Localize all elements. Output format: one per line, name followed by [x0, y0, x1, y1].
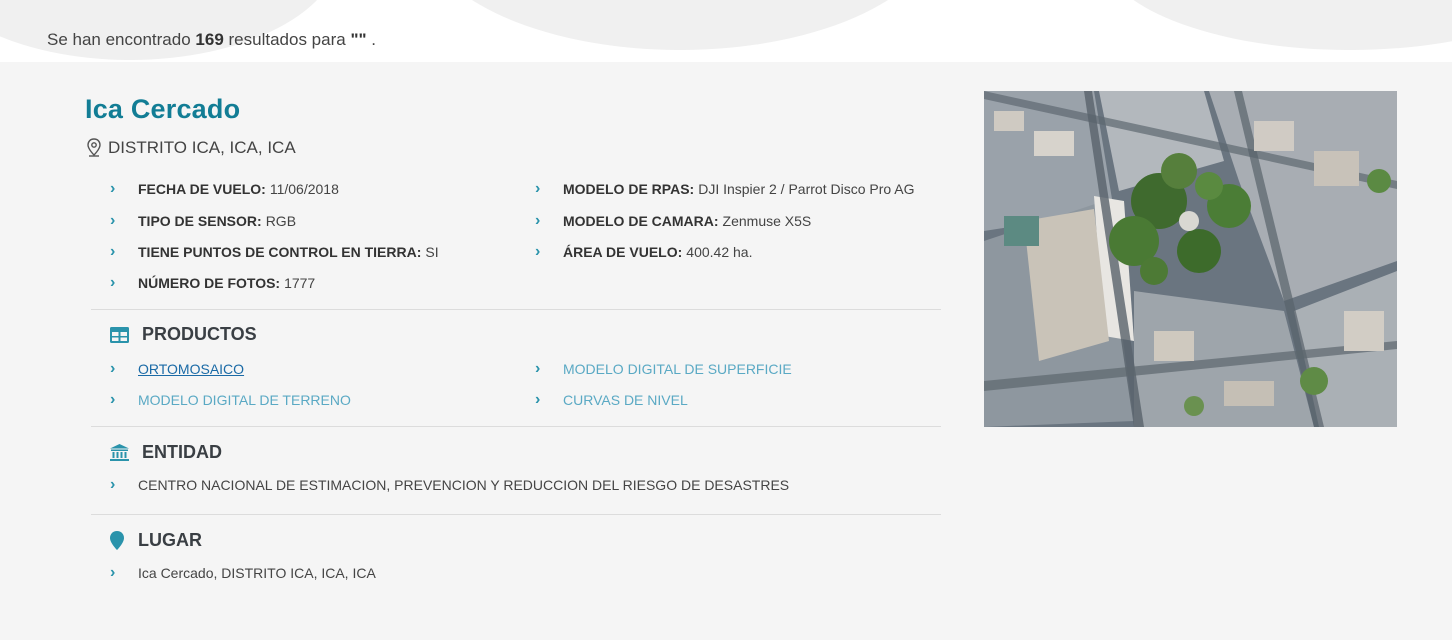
product-item[interactable]: › MODELO DIGITAL DE SUPERFICIE	[535, 360, 792, 378]
product-link-curvas[interactable]: CURVAS DE NIVEL	[563, 392, 688, 408]
chevron-right-icon: ›	[110, 212, 116, 229]
productos-heading: PRODUCTOS	[109, 324, 257, 345]
map-pin-icon	[110, 531, 124, 550]
chevron-right-icon: ›	[535, 212, 541, 229]
chevron-right-icon: ›	[110, 243, 116, 260]
detail-modelo-camara: › MODELO DE CAMARA: Zenmuse X5S	[535, 212, 812, 229]
chevron-right-icon: ›	[535, 180, 541, 197]
divider	[91, 426, 941, 427]
entidad-heading: ENTIDAD	[109, 442, 222, 463]
product-link-terreno[interactable]: MODELO DIGITAL DE TERRENO	[138, 392, 351, 408]
product-link-ortomosaico[interactable]: ORTOMOSAICO	[138, 361, 244, 377]
project-title[interactable]: Ica Cercado	[85, 94, 240, 125]
product-item[interactable]: › ORTOMOSAICO	[110, 360, 244, 378]
map-marker-outline-icon	[87, 138, 101, 157]
chevron-right-icon: ›	[535, 391, 541, 408]
detail-fecha-vuelo: › FECHA DE VUELO: 11/06/2018	[110, 180, 339, 197]
results-count: 169	[195, 30, 224, 49]
entidad-value: CENTRO NACIONAL DE ESTIMACION, PREVENCIO…	[138, 477, 790, 493]
chevron-right-icon: ›	[110, 274, 116, 291]
lugar-value: Ica Cercado, DISTRITO ICA, ICA, ICA	[138, 565, 376, 581]
location-text: DISTRITO ICA, ICA, ICA	[108, 138, 296, 157]
chevron-right-icon: ›	[110, 180, 116, 197]
product-item[interactable]: › CURVAS DE NIVEL	[535, 391, 688, 409]
chevron-right-icon: ›	[110, 391, 116, 408]
lugar-heading: LUGAR	[109, 530, 202, 551]
lugar-item: › Ica Cercado, DISTRITO ICA, ICA, ICA	[110, 564, 376, 582]
divider	[91, 309, 941, 310]
aerial-photo[interactable]	[984, 91, 1397, 427]
detail-area-vuelo: › ÁREA DE VUELO: 400.42 ha.	[535, 243, 753, 260]
institution-icon	[110, 444, 129, 461]
table-icon	[110, 326, 129, 343]
detail-puntos-control: › TIENE PUNTOS DE CONTROL EN TIERRA: SI	[110, 243, 439, 260]
entidad-item: › CENTRO NACIONAL DE ESTIMACION, PREVENC…	[110, 476, 789, 494]
detail-modelo-rpas: › MODELO DE RPAS: DJI Inspier 2 / Parrot …	[535, 180, 915, 197]
chevron-right-icon: ›	[110, 476, 116, 493]
divider	[91, 514, 941, 515]
product-link-superficie[interactable]: MODELO DIGITAL DE SUPERFICIE	[563, 361, 792, 377]
detail-numero-fotos: › NÚMERO DE FOTOS: 1777	[110, 274, 316, 291]
chevron-right-icon: ›	[535, 360, 541, 377]
results-query: ""	[350, 30, 367, 49]
chevron-right-icon: ›	[110, 360, 116, 377]
product-item[interactable]: › MODELO DIGITAL DE TERRENO	[110, 391, 351, 409]
chevron-right-icon: ›	[535, 243, 541, 260]
project-location: DISTRITO ICA, ICA, ICA	[86, 138, 296, 158]
chevron-right-icon: ›	[110, 564, 116, 581]
results-summary: Se han encontrado 169 resultados para ""…	[47, 30, 377, 49]
detail-tipo-sensor: › TIPO DE SENSOR: RGB	[110, 212, 297, 229]
